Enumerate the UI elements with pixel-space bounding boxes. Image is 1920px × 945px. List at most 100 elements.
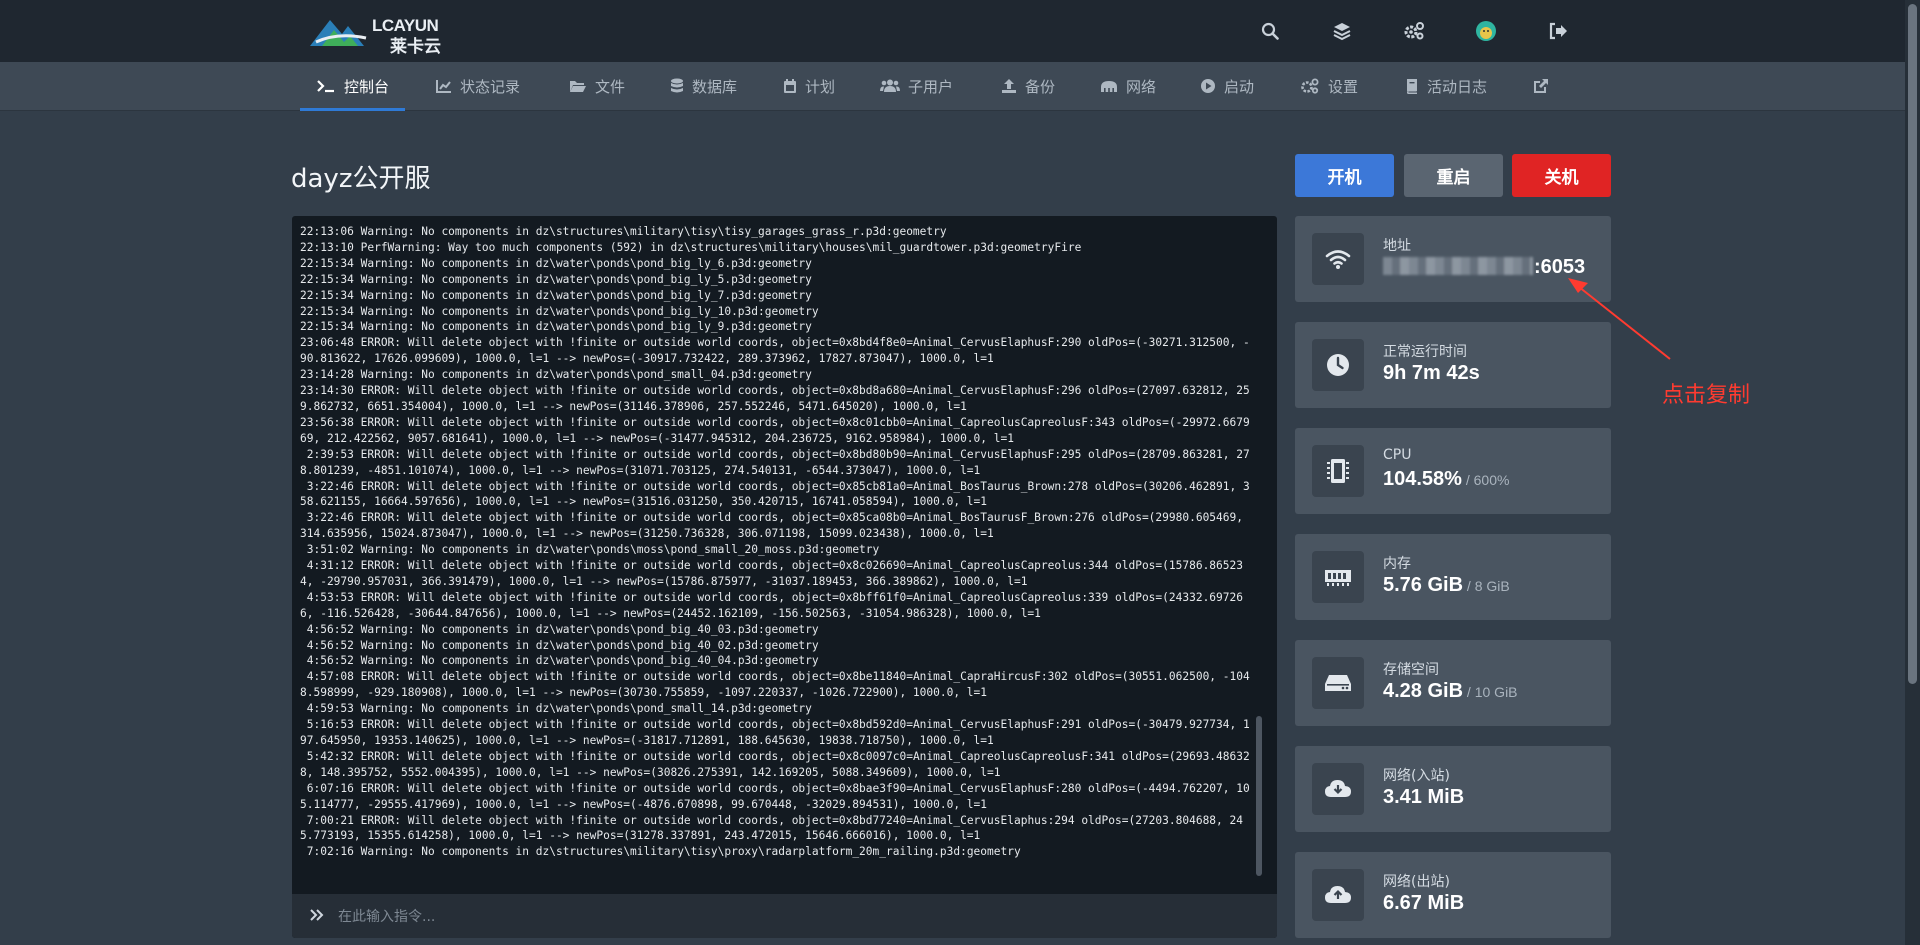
cloud-upload-icon (1312, 869, 1364, 921)
address-value[interactable]: :6053 (1383, 256, 1585, 279)
disk-value: 4.28 GiB / 10 GiB (1383, 680, 1518, 702)
network-in-card: 网络(入站) 3.41 MiB (1295, 746, 1611, 832)
tab-label: 数据库 (692, 77, 738, 96)
annotation-arrow-icon (1568, 278, 1671, 360)
tab-settings[interactable]: 设置 (1300, 62, 1358, 110)
cloud-download-icon (1312, 763, 1364, 815)
cpu-label: CPU (1383, 447, 1412, 463)
layers-icon[interactable] (1330, 19, 1354, 43)
tab-label: 计划 (805, 77, 836, 96)
console-line: 22:15:34 Warning: No components in dz\wa… (300, 272, 812, 286)
memory-label: 内存 (1383, 556, 1411, 572)
tab-files[interactable]: 文件 (569, 62, 625, 110)
cogs-icon (1301, 78, 1319, 94)
upload-icon (1002, 79, 1016, 93)
sub-nav: 控制台 状态记录 文件 数据库 计划 子用户 备份 网络 启动 设置 活动日志 (0, 62, 1905, 111)
console-line: 5:42:32 ERROR: Will delete object with !… (300, 749, 1250, 779)
tab-subusers[interactable]: 子用户 (880, 62, 953, 110)
tab-activity-log[interactable]: 活动日志 (1405, 62, 1487, 110)
database-icon (671, 78, 683, 93)
network-out-value: 6.67 MiB (1383, 892, 1465, 914)
console-line: 22:15:34 Warning: No components in dz\wa… (300, 288, 812, 302)
restart-button[interactable]: 重启 (1404, 154, 1503, 197)
page-scrollbar[interactable] (1905, 0, 1920, 945)
console-line: 7:00:21 ERROR: Will delete object with !… (300, 813, 1243, 843)
tab-label: 控制台 (344, 77, 390, 96)
address-label: 地址 (1383, 238, 1411, 254)
start-button[interactable]: 开机 (1295, 154, 1394, 197)
server-title: dayz公开服 (291, 164, 431, 194)
cogs-icon[interactable] (1402, 19, 1426, 43)
logo-text-cn: 莱卡云 (390, 37, 441, 57)
network-out-card: 网络(出站) 6.67 MiB (1295, 852, 1611, 938)
console-line: 22:15:34 Warning: No components in dz\wa… (300, 256, 812, 270)
console-line: 23:56:38 ERROR: Will delete object with … (300, 415, 1250, 445)
console-line: 23:06:48 ERROR: Will delete object with … (300, 336, 1250, 366)
external-link-icon (1534, 79, 1548, 93)
network-in-value: 3.41 MiB (1383, 786, 1465, 808)
console-line: 22:15:34 Warning: No components in dz\wa… (300, 320, 812, 334)
console-command-input[interactable] (336, 902, 1240, 932)
memory-value: 5.76 GiB / 8 GiB (1383, 574, 1510, 596)
tab-label: 子用户 (908, 77, 954, 96)
tab-label: 网络 (1126, 77, 1157, 96)
console-line: 4:59:53 Warning: No components in dz\wat… (300, 702, 812, 716)
memory-icon (1312, 551, 1364, 603)
console-line: 6:07:16 ERROR: Will delete object with !… (300, 781, 1250, 811)
cpu-icon (1312, 445, 1364, 497)
tab-label: 备份 (1025, 77, 1056, 96)
tab-label: 状态记录 (460, 77, 521, 96)
console-line: 3:22:46 ERROR: Will delete object with !… (300, 479, 1250, 509)
console-output[interactable]: 22:13:06 Warning: No components in dz\st… (300, 224, 1255, 884)
console-line: 3:22:46 ERROR: Will delete object with !… (300, 511, 1250, 541)
search-icon[interactable] (1258, 19, 1282, 43)
tab-startup[interactable]: 启动 (1200, 62, 1254, 110)
tab-console[interactable]: 控制台 (299, 62, 406, 111)
console-input-bar (292, 894, 1277, 938)
network-in-label: 网络(入站) (1383, 768, 1450, 784)
tab-status-log[interactable]: 状态记录 (436, 62, 520, 110)
tab-backup[interactable]: 备份 (1001, 62, 1055, 110)
tab-network[interactable]: 网络 (1100, 62, 1156, 110)
chart-icon (436, 80, 451, 93)
console-line: 22:13:06 Warning: No components in dz\st… (300, 225, 947, 238)
console-scrollbar[interactable] (1256, 716, 1262, 876)
wifi-icon (1312, 233, 1364, 285)
tab-label: 活动日志 (1427, 77, 1488, 96)
console-panel: 22:13:06 Warning: No components in dz\st… (292, 216, 1277, 938)
uptime-label: 正常运行时间 (1383, 344, 1467, 360)
console-line: 7:02:16 Warning: No components in dz\str… (300, 845, 1021, 859)
hdd-icon (1312, 657, 1364, 709)
page-scrollbar-thumb[interactable] (1908, 4, 1917, 684)
console-line: 4:56:52 Warning: No components in dz\wat… (300, 638, 819, 652)
top-bar: LCAYUN 莱卡云 (0, 0, 1905, 62)
terminal-icon (317, 80, 334, 93)
console-line: 23:14:30 ERROR: Will delete object with … (300, 384, 1250, 413)
console-line: 4:53:53 ERROR: Will delete object with !… (300, 590, 1243, 620)
console-line: 4:57:08 ERROR: Will delete object with !… (300, 670, 1250, 700)
console-line: 4:56:52 Warning: No components in dz\wat… (300, 622, 819, 636)
cpu-card: CPU 104.58% / 600% (1295, 428, 1611, 514)
network-icon (1101, 81, 1117, 92)
book-icon (1407, 79, 1417, 94)
disk-card: 存储空间 4.28 GiB / 10 GiB (1295, 640, 1611, 726)
annotation-label: 点击复制 (1662, 383, 1751, 408)
console-line: 4:31:12 ERROR: Will delete object with !… (300, 559, 1243, 588)
tab-schedule[interactable]: 计划 (783, 62, 835, 110)
tab-external-link[interactable] (1533, 62, 1557, 110)
logo[interactable]: LCAYUN 莱卡云 (308, 12, 458, 57)
avatar[interactable] (1474, 19, 1498, 43)
console-line: 23:14:28 Warning: No components in dz\wa… (300, 368, 812, 382)
tab-label: 启动 (1224, 77, 1255, 96)
tab-label: 文件 (595, 77, 626, 96)
console-line: 3:51:02 Warning: No components in dz\wat… (300, 543, 880, 557)
tab-database[interactable]: 数据库 (670, 62, 737, 110)
network-out-label: 网络(出站) (1383, 874, 1450, 890)
stop-button[interactable]: 关机 (1512, 154, 1611, 197)
console-line: 22:13:10 PerfWarning: Way too much compo… (300, 240, 1082, 254)
users-icon (880, 79, 900, 92)
logout-icon[interactable] (1546, 19, 1570, 43)
uptime-value: 9h 7m 42s (1383, 362, 1480, 384)
tab-label: 设置 (1328, 77, 1359, 96)
redacted-ip (1383, 257, 1533, 275)
